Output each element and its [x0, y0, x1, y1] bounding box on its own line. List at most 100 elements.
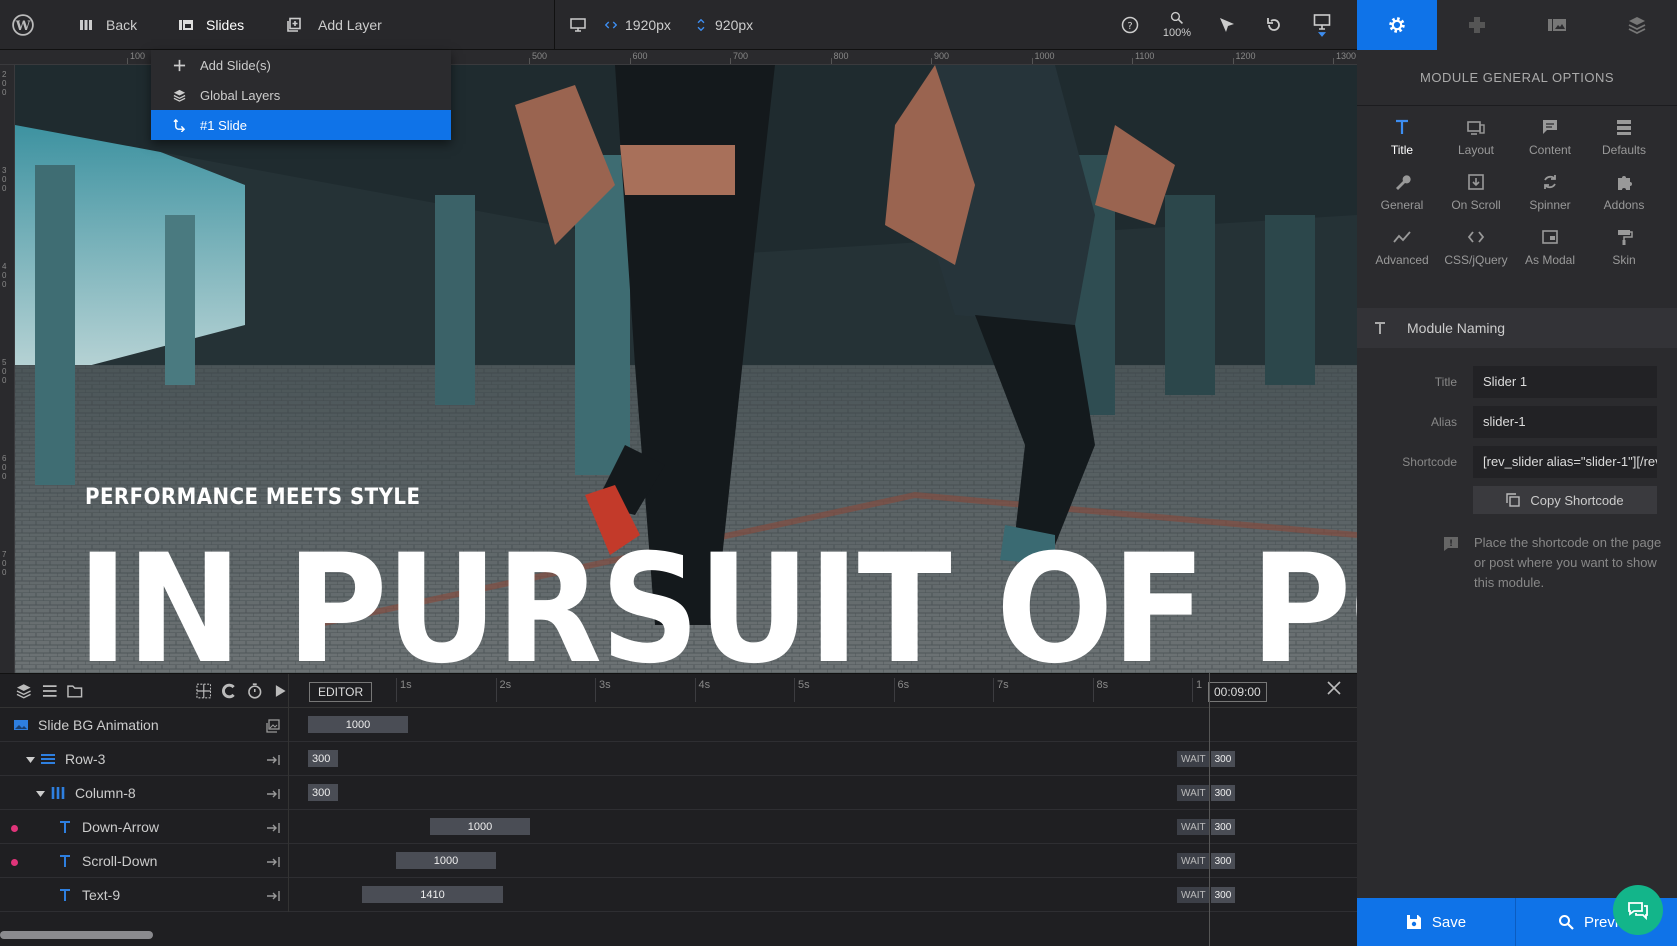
- timeline-row-name[interactable]: Scroll-Down: [0, 844, 289, 878]
- timeline-row[interactable]: Row-3 300 WAIT 300: [0, 742, 1357, 776]
- editor-tag[interactable]: EDITOR: [309, 682, 373, 702]
- layer-end-action[interactable]: [266, 889, 280, 906]
- option-general[interactable]: General: [1365, 173, 1439, 223]
- timecode-display[interactable]: 00:09:00: [1208, 682, 1267, 702]
- wait-block[interactable]: WAIT 300: [1177, 853, 1236, 869]
- ruler-top-label: 1200: [1235, 51, 1256, 61]
- align-end-icon[interactable]: [266, 753, 280, 767]
- dropdown-item-add-slides[interactable]: Add Slide(s): [151, 50, 451, 80]
- layers-toggle-icon[interactable]: [16, 683, 32, 699]
- layer-end-action[interactable]: [266, 719, 280, 736]
- tab-module-settings[interactable]: [1357, 0, 1437, 50]
- zoom-button[interactable]: 100%: [1160, 0, 1194, 50]
- align-end-icon[interactable]: [266, 889, 280, 903]
- layer-end-action[interactable]: [266, 855, 280, 872]
- option-as-modal[interactable]: As Modal: [1513, 228, 1587, 278]
- timeline-row[interactable]: Slide BG Animation 1000: [0, 708, 1357, 742]
- folder-icon[interactable]: [67, 683, 83, 699]
- layer-end-action[interactable]: [266, 787, 280, 804]
- magnet-icon[interactable]: [221, 683, 237, 699]
- alias-input[interactable]: slider-1: [1473, 406, 1657, 438]
- undo-button[interactable]: [1262, 0, 1286, 50]
- timeline-row-name[interactable]: Down-Arrow: [0, 810, 289, 844]
- timeline-row-name[interactable]: Column-8: [0, 776, 289, 810]
- layer-end-action[interactable]: [266, 753, 280, 770]
- title-input[interactable]: Slider 1: [1473, 366, 1657, 398]
- option-addons[interactable]: Addons: [1587, 173, 1661, 223]
- option-title[interactable]: Title: [1365, 118, 1439, 168]
- wordpress-logo-button[interactable]: W: [12, 0, 34, 50]
- slide-headline-large[interactable]: IN PURSUIT OF POW: [77, 535, 1357, 673]
- grid-select-icon[interactable]: [196, 683, 212, 699]
- animation-bar[interactable]: 1000: [308, 716, 408, 733]
- animation-bar[interactable]: 300: [308, 784, 338, 801]
- timeline-row-name[interactable]: Slide BG Animation: [0, 708, 289, 742]
- expand-caret[interactable]: [26, 755, 35, 764]
- option-skin[interactable]: Skin: [1587, 228, 1661, 278]
- dropdown-item-slide-1[interactable]: #1 Slide: [151, 110, 451, 140]
- ruler-top-tick: [1132, 58, 1133, 64]
- module-naming-section[interactable]: Module Naming: [1357, 308, 1677, 348]
- slide-canvas[interactable]: PERFORMANCE MEETS STYLE IN PURSUIT OF PO…: [15, 65, 1357, 673]
- media-folder-icon[interactable]: [266, 719, 280, 733]
- option-content[interactable]: Content: [1513, 118, 1587, 168]
- shortcode-input[interactable]: [rev_slider alias="slider-1"][/rev_slide…: [1473, 446, 1657, 478]
- wait-block[interactable]: WAIT 300: [1177, 751, 1236, 767]
- wait-block[interactable]: WAIT 300: [1177, 785, 1236, 801]
- option-css-jquery[interactable]: CSS/jQuery: [1439, 228, 1513, 278]
- option-label: Defaults: [1601, 143, 1647, 157]
- on-scroll-download-icon: [1468, 174, 1484, 190]
- caret-down-icon[interactable]: [36, 789, 45, 798]
- dropdown-item-global-layers[interactable]: Global Layers: [151, 80, 451, 110]
- animation-bar[interactable]: 1000: [396, 852, 496, 869]
- option-spinner[interactable]: Spinner: [1513, 173, 1587, 223]
- chat-support-button[interactable]: [1613, 885, 1663, 935]
- option-layout[interactable]: Layout: [1439, 118, 1513, 168]
- caret-down-icon[interactable]: [26, 755, 35, 764]
- timeline-row[interactable]: Text-9 1410 WAIT 300: [0, 878, 1357, 912]
- option-on-scroll[interactable]: On Scroll: [1439, 173, 1513, 223]
- timeline-row[interactable]: Scroll-Down 1000 WAIT 300: [0, 844, 1357, 878]
- option-defaults[interactable]: Defaults: [1587, 118, 1661, 168]
- close-timeline-button[interactable]: [1326, 680, 1346, 700]
- select-tool-button[interactable]: [1215, 0, 1239, 50]
- animation-bar[interactable]: 1410: [362, 886, 503, 903]
- animation-bar[interactable]: 300: [308, 750, 338, 767]
- align-end-icon[interactable]: [266, 787, 280, 801]
- timeline-ruler[interactable]: EDITOR 00:09:00 1s 2s 3s 4s 5s 6s 7s 8s 1: [289, 674, 1357, 708]
- device-preview-button[interactable]: [1310, 0, 1334, 50]
- add-layer-button[interactable]: Add Layer: [286, 0, 382, 50]
- slide-headline-small[interactable]: PERFORMANCE MEETS STYLE: [85, 485, 420, 510]
- tab-slide-options[interactable]: [1517, 0, 1597, 50]
- timeline-row-name[interactable]: Row-3: [0, 742, 289, 776]
- height-field[interactable]: 920px: [695, 0, 753, 50]
- layer-end-action[interactable]: [266, 821, 280, 838]
- floppy-disk-icon: [1406, 915, 1421, 929]
- play-icon[interactable]: [272, 683, 288, 699]
- defaults-list-icon: [1617, 120, 1631, 135]
- stopwatch-icon[interactable]: [247, 682, 263, 699]
- align-end-icon[interactable]: [266, 821, 280, 835]
- list-icon[interactable]: [42, 683, 58, 699]
- timeline-row[interactable]: Column-8 300 WAIT 300: [0, 776, 1357, 810]
- tab-layer-options[interactable]: [1597, 0, 1677, 50]
- slides-button[interactable]: Slides: [178, 0, 244, 50]
- horizontal-scrollbar[interactable]: [0, 931, 153, 939]
- expand-caret[interactable]: [36, 789, 45, 798]
- back-button[interactable]: Back: [78, 0, 137, 50]
- animation-bar[interactable]: 1000: [430, 818, 530, 835]
- save-button[interactable]: Save: [1357, 898, 1516, 946]
- timeline-row-name[interactable]: Text-9: [0, 878, 289, 912]
- tab-navigation[interactable]: [1437, 0, 1517, 50]
- wait-block[interactable]: WAIT 300: [1177, 887, 1236, 903]
- wait-block[interactable]: WAIT 300: [1177, 819, 1236, 835]
- option-label: Skin: [1612, 253, 1636, 267]
- desktop-view-button[interactable]: [570, 0, 586, 50]
- timeline-row[interactable]: Down-Arrow 1000 WAIT 300: [0, 810, 1357, 844]
- align-end-icon[interactable]: [266, 855, 280, 869]
- copy-shortcode-button[interactable]: Copy Shortcode: [1473, 486, 1657, 514]
- option-advanced[interactable]: Advanced: [1365, 228, 1439, 278]
- timeline-end-marker[interactable]: [1209, 673, 1210, 946]
- width-field[interactable]: 1920px: [605, 0, 671, 50]
- help-button[interactable]: ?: [1118, 0, 1142, 50]
